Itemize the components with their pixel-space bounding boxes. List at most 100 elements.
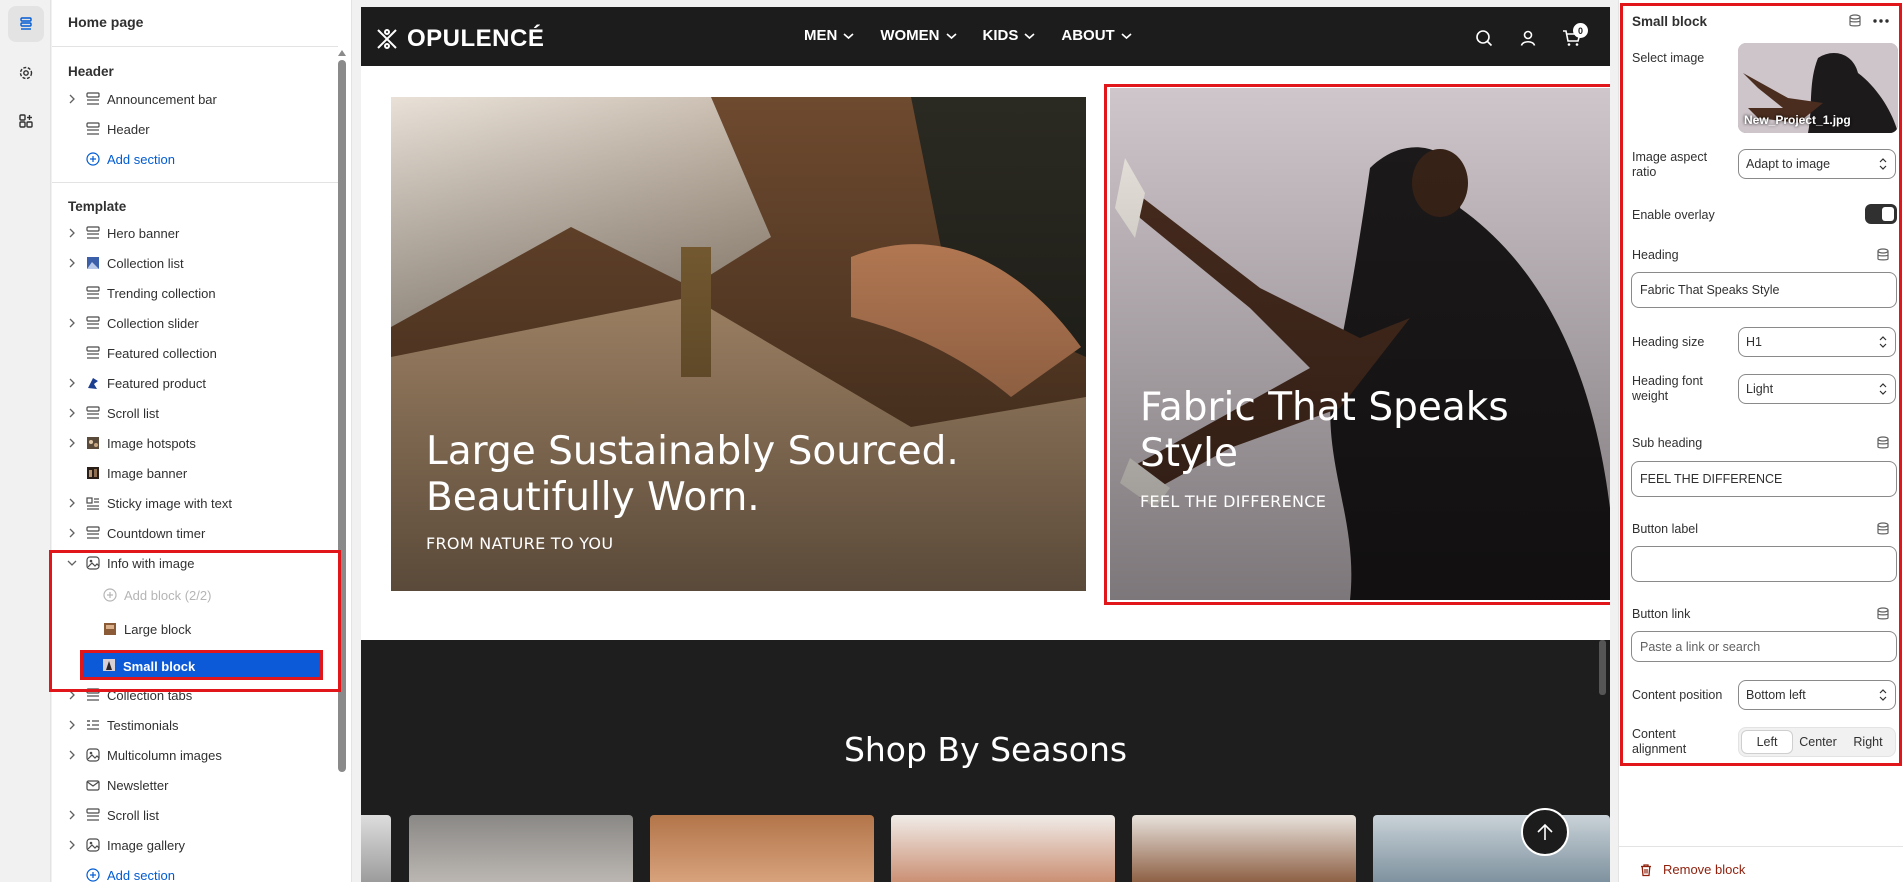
overlay-toggle[interactable] [1865,204,1897,224]
nav-men[interactable]: MEN [804,27,854,44]
chevron-right-icon[interactable] [66,809,78,821]
season-card[interactable] [1373,815,1610,882]
nav-about[interactable]: ABOUT [1061,27,1132,44]
chevron-right-icon[interactable] [66,407,78,419]
chevron-right-icon[interactable] [66,749,78,761]
tree-item-label: Announcement bar [107,91,217,107]
dynamic-source-icon[interactable] [1876,522,1890,536]
chevron-down-icon[interactable] [66,557,78,569]
tree-item-label: Image banner [107,465,188,481]
heading-size-label: Heading size [1632,335,1705,349]
store-navbar: OPULENCÉ MEN WOMEN KIDS ABOUT 0 [361,7,1610,66]
season-card[interactable] [1132,815,1356,882]
apps-nav-button[interactable] [8,103,44,139]
tree-item-image-gallery[interactable]: Image gallery [52,831,338,859]
account-button[interactable] [1506,27,1550,49]
tree-item-info-with-image[interactable]: Info with image [52,549,338,577]
tree-item-label: Countdown timer [107,525,206,541]
tree-item-large-block[interactable]: Large block [52,615,338,643]
season-card[interactable] [891,815,1115,882]
tree-item-collection-tabs[interactable]: Collection tabs [52,681,338,709]
dynamic-source-icon[interactable] [1876,436,1890,450]
add-block-button[interactable]: Add block (2/2) [52,581,338,609]
button-link-label: Button link [1632,607,1691,621]
tree-item-newsletter[interactable]: Newsletter [52,771,338,799]
chevron-right-icon[interactable] [66,497,78,509]
add-block-label: Add block (2/2) [124,587,212,603]
storefront-preview: OPULENCÉ MEN WOMEN KIDS ABOUT 0 Large Su… [361,7,1610,882]
align-center-button[interactable]: Center [1793,730,1843,754]
season-card[interactable] [650,815,874,882]
nav-label: ABOUT [1061,27,1115,44]
chevron-right-icon[interactable] [66,719,78,731]
hotspot-thumb-icon [85,435,101,451]
section-icon [85,91,101,107]
large-block-image[interactable]: Large Sustainably Sourced. Beautifully W… [391,97,1086,591]
search-button[interactable] [1462,27,1506,49]
add-section-template-button[interactable]: Add section [52,861,338,882]
nav-kids[interactable]: KIDS [983,27,1036,44]
button-link-field[interactable]: Paste a link or search [1631,631,1897,662]
small-block-subheading: FEEL THE DIFFERENCE [1140,492,1327,511]
tree-item-header[interactable]: Header [52,115,338,143]
tree-item-image-hotspots[interactable]: Image hotspots [52,429,338,457]
tree-item-collection-slider[interactable]: Collection slider [52,309,338,337]
model-photo [1110,88,1610,600]
tree-item-featured-collection[interactable]: Featured collection [52,339,338,367]
store-logo[interactable]: OPULENCÉ [375,25,544,53]
chevron-right-icon[interactable] [66,257,78,269]
chevron-right-icon[interactable] [66,227,78,239]
tree-item-multicolumn-images[interactable]: Multicolumn images [52,741,338,769]
sections-nav-button[interactable] [8,6,44,42]
align-right-button[interactable]: Right [1843,730,1893,754]
chevron-right-icon[interactable] [66,317,78,329]
add-section-header-button[interactable]: Add section [52,145,338,173]
chevron-right-icon[interactable] [66,93,78,105]
theme-settings-nav-button[interactable] [8,55,44,91]
tree-item-label: Trending collection [107,285,216,301]
aspect-ratio-select[interactable]: Adapt to image [1738,149,1896,179]
align-left-button[interactable]: Left [1741,730,1793,754]
button-label-field[interactable] [1631,546,1897,582]
heading-size-select[interactable]: H1 [1738,327,1896,357]
image-picker[interactable]: New_Project_1.jpg [1738,43,1898,133]
dynamic-source-icon[interactable] [1876,607,1890,621]
chevron-right-icon[interactable] [66,689,78,701]
heading-weight-select[interactable]: Light [1738,374,1896,404]
season-card[interactable] [361,815,391,882]
tree-item-countdown-timer[interactable]: Countdown timer [52,519,338,547]
tree-item-scroll-list-2[interactable]: Scroll list [52,801,338,829]
tree-item-announcement-bar[interactable]: Announcement bar [52,85,338,113]
tree-item-hero-banner[interactable]: Hero banner [52,219,338,247]
divider [52,46,338,47]
tree-item-collection-list[interactable]: Collection list [52,249,338,277]
more-options-icon[interactable] [1873,19,1889,23]
scroll-up-arrow[interactable] [338,50,346,56]
chevron-right-icon[interactable] [66,377,78,389]
sub-heading-field[interactable]: FEEL THE DIFFERENCE [1631,461,1897,497]
tree-item-featured-product[interactable]: Featured product [52,369,338,397]
tree-item-small-block[interactable]: Small block [80,650,323,680]
chevron-right-icon[interactable] [66,437,78,449]
header-icons: 0 [1462,23,1594,49]
dynamic-source-icon[interactable] [1876,248,1890,262]
search-icon [1476,30,1493,47]
chevron-right-icon[interactable] [66,839,78,851]
remove-block-button[interactable]: Remove block [1639,862,1745,877]
nav-women[interactable]: WOMEN [880,27,957,44]
preview-scrollbar[interactable] [1599,640,1606,695]
tree-item-trending-collection[interactable]: Trending collection [52,279,338,307]
small-block-image[interactable]: Fabric That Speaks Style FEEL THE DIFFER… [1110,88,1610,600]
chevron-right-icon[interactable] [66,527,78,539]
tree-scrollbar[interactable] [338,60,346,772]
tree-item-image-banner[interactable]: Image banner [52,459,338,487]
heading-field[interactable]: Fabric That Speaks Style [1631,272,1897,308]
tree-item-scroll-list[interactable]: Scroll list [52,399,338,427]
content-position-select[interactable]: Bottom left [1738,680,1896,710]
tree-item-testimonials[interactable]: Testimonials [52,711,338,739]
dynamic-source-icon[interactable] [1848,14,1862,28]
scroll-to-top-button[interactable] [1521,808,1569,856]
season-card[interactable] [409,815,633,882]
cart-button[interactable]: 0 [1550,23,1594,49]
tree-item-sticky-image-with-text[interactable]: Sticky image with text [52,489,338,517]
